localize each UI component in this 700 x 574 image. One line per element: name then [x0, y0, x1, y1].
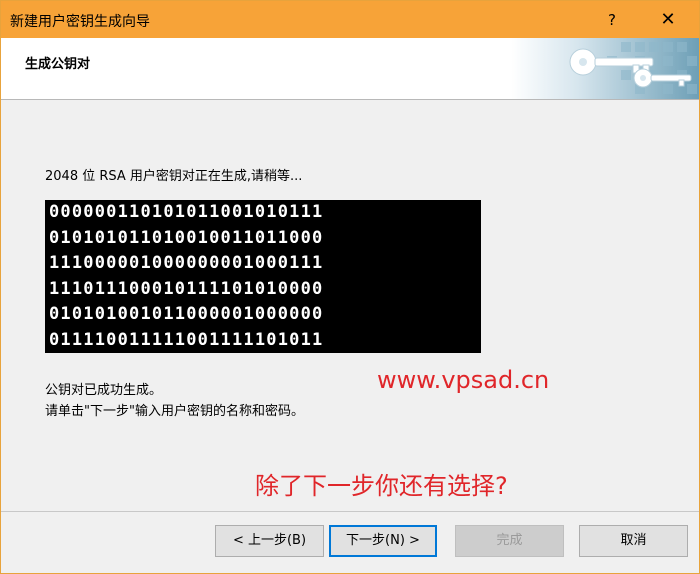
binary-line: 000000110101011001010111 — [49, 202, 324, 222]
binary-line: 011110011111001111101011 — [49, 329, 324, 350]
cancel-button[interactable]: 取消 — [579, 525, 688, 557]
watermark-text: www.vpsad.cn — [377, 366, 550, 394]
window-title: 新建用户密钥生成向导 — [10, 14, 150, 30]
keys-banner-icon — [511, 38, 699, 99]
wizard-content: 2048 位 RSA 用户密钥对正在生成,请稍等... 000000110101… — [1, 100, 699, 512]
instruction-message: 请单击"下一步"输入用户密钥的名称和密码。 — [45, 404, 304, 419]
binary-line: 111000001000000001000111 — [49, 253, 324, 273]
success-message: 公钥对已成功生成。 — [45, 383, 163, 398]
finish-button[interactable]: 完成 — [455, 525, 564, 557]
step-heading: 生成公钥对 — [25, 57, 91, 72]
binary-line: 111011100010111101010000 — [49, 278, 324, 299]
wizard-window: 新建用户密钥生成向导 ? ✕ 生成公钥对 2048 位 RSA 用户密钥对正在生… — [0, 0, 700, 574]
annotation-text: 除了下一步你还有选择? — [255, 472, 508, 500]
next-button[interactable]: 下一步(N) > — [329, 525, 437, 557]
wizard-header: 生成公钥对 — [1, 38, 699, 100]
binary-line: 010101011010010011011000 — [49, 227, 324, 248]
generation-status: 2048 位 RSA 用户密钥对正在生成,请稍等... — [45, 169, 303, 184]
close-button[interactable]: ✕ — [653, 8, 683, 32]
footer-divider — [1, 511, 699, 512]
binary-animation: 000000110101011001010111 010101011010010… — [45, 200, 481, 353]
binary-line: 010101001011000001000000 — [49, 304, 324, 324]
title-bar[interactable]: 新建用户密钥生成向导 ? ✕ — [1, 1, 699, 38]
back-button[interactable]: < 上一步(B) — [215, 525, 324, 557]
help-button[interactable]: ? — [597, 8, 627, 32]
